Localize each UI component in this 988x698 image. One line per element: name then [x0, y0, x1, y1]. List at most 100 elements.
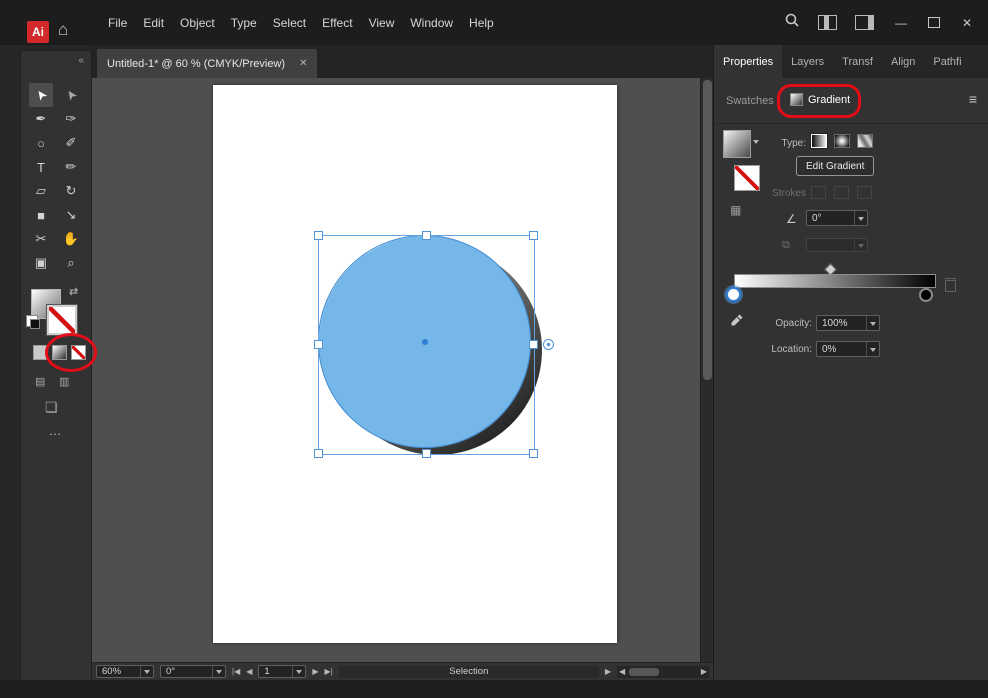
canvas[interactable]: [92, 78, 700, 662]
selection-handle-w[interactable]: [314, 340, 323, 349]
screen-mode-icon[interactable]: ❏: [45, 399, 58, 416]
selection-tool[interactable]: ➤: [29, 83, 53, 107]
selection-bounding-box[interactable]: [318, 235, 535, 455]
selection-handle-ne[interactable]: [529, 231, 538, 240]
menu-help[interactable]: Help: [461, 12, 502, 34]
scissors-tool-icon: ✂: [35, 231, 47, 246]
pencil-tool[interactable]: ✏: [59, 155, 83, 179]
document-tab[interactable]: Untitled-1* @ 60 % (CMYK/Preview) ✕: [97, 49, 318, 78]
direct-selection-tool[interactable]: ➤: [59, 83, 83, 107]
selection-handle-s[interactable]: [422, 449, 431, 458]
stroke-within-button[interactable]: [811, 186, 826, 199]
none-fill-button[interactable]: [71, 345, 86, 360]
selection-handle-e[interactable]: [529, 340, 538, 349]
gradient-angle-dropdown[interactable]: 0°: [806, 210, 868, 226]
curvature-tool[interactable]: ✑: [59, 107, 83, 131]
artboard-tool[interactable]: ▣: [29, 251, 53, 275]
gradient-subtab[interactable]: Gradient: [790, 93, 850, 106]
menu-file[interactable]: File: [100, 12, 135, 34]
stroke-color-swatch[interactable]: [46, 304, 78, 336]
last-artboard-icon[interactable]: ▶|: [325, 667, 333, 676]
gradient-stop-black[interactable]: [919, 288, 933, 302]
next-artboard-icon[interactable]: ▶: [312, 667, 318, 676]
horizontal-scrollbar[interactable]: ◀ ▶: [617, 665, 709, 678]
draw-behind-icon[interactable]: ▥: [59, 375, 69, 388]
color-fill-button[interactable]: [33, 345, 48, 360]
paintbrush-tool[interactable]: ✐: [59, 131, 83, 155]
eyedropper-icon[interactable]: [730, 313, 744, 332]
document-tab-close-icon[interactable]: ✕: [299, 58, 307, 69]
panel-menu-icon[interactable]: ≡: [969, 91, 977, 107]
selection-handle-n[interactable]: [422, 231, 431, 240]
toolbar-collapse-icon[interactable]: «: [78, 55, 84, 66]
rotation-dropdown[interactable]: 0°: [160, 665, 226, 678]
edit-toolbar-icon[interactable]: …: [21, 423, 91, 438]
linear-gradient-type-button[interactable]: [810, 133, 828, 149]
menu-window[interactable]: Window: [402, 12, 461, 34]
reverse-gradient-icon[interactable]: ▦: [730, 203, 741, 217]
scroll-right-icon[interactable]: ▶: [701, 667, 707, 676]
rotate-tool[interactable]: ↻: [59, 179, 83, 203]
freeform-gradient-type-button[interactable]: [857, 134, 873, 148]
menu-view[interactable]: View: [361, 12, 403, 34]
fill-proxy-chevron-icon[interactable]: [753, 140, 759, 147]
ellipse-tool-icon: ○: [37, 135, 45, 151]
gradient-slider-bar[interactable]: [734, 274, 936, 288]
vertical-scrollbar[interactable]: [700, 78, 714, 662]
zoom-tool[interactable]: ⌕: [59, 251, 83, 275]
tab-align[interactable]: Align: [882, 45, 924, 78]
arrange-documents-icon[interactable]: [818, 15, 837, 30]
home-icon[interactable]: ⌂: [58, 20, 68, 40]
horizontal-scrollbar-thumb[interactable]: [629, 667, 660, 676]
tab-layers[interactable]: Layers: [782, 45, 833, 78]
workspace-switcher-icon[interactable]: [855, 15, 874, 30]
zoom-level-dropdown[interactable]: 60%: [96, 665, 154, 678]
search-icon[interactable]: [784, 12, 800, 33]
object-center-point[interactable]: [422, 339, 428, 345]
tab-properties[interactable]: Properties: [714, 45, 783, 78]
selection-handle-nw[interactable]: [314, 231, 323, 240]
menu-object[interactable]: Object: [172, 12, 223, 34]
swatches-subtab[interactable]: Swatches: [726, 95, 774, 107]
close-button[interactable]: ✕: [958, 16, 976, 30]
maximize-button[interactable]: [928, 17, 940, 28]
stroke-along-button[interactable]: [834, 186, 849, 199]
swap-fill-stroke-icon[interactable]: ⇄: [69, 285, 78, 298]
gradient-stop-white[interactable]: [726, 287, 741, 302]
scissors-tool[interactable]: ✂: [29, 227, 53, 251]
gradient-fill-proxy[interactable]: [723, 130, 751, 158]
tab-pathfinder[interactable]: Pathfi: [924, 45, 970, 78]
ellipse-tool[interactable]: ○: [29, 131, 53, 155]
tab-transform[interactable]: Transf: [833, 45, 882, 78]
selection-handle-se[interactable]: [529, 449, 538, 458]
eraser-tool[interactable]: ▱: [29, 179, 53, 203]
first-artboard-icon[interactable]: |◀: [232, 667, 240, 676]
menu-type[interactable]: Type: [223, 12, 265, 34]
titlebar-right-controls: — ✕: [784, 0, 976, 45]
previous-artboard-icon[interactable]: ◀: [246, 667, 252, 676]
default-fill-stroke-icon[interactable]: [26, 315, 40, 329]
scroll-left-icon[interactable]: ◀: [619, 667, 625, 676]
gradient-fill-button[interactable]: [52, 345, 67, 360]
location-dropdown[interactable]: 0%: [816, 341, 880, 357]
hand-tool[interactable]: ✋: [59, 227, 83, 251]
rectangle-tool[interactable]: ■: [29, 203, 53, 227]
minimize-button[interactable]: —: [892, 16, 910, 30]
menu-select[interactable]: Select: [265, 12, 314, 34]
menu-effect[interactable]: Effect: [314, 12, 360, 34]
pen-tool[interactable]: ✒: [29, 107, 53, 131]
artboard-navigation-dropdown[interactable]: 1: [258, 665, 307, 678]
eyedropper-tool[interactable]: ↘: [59, 203, 83, 227]
vertical-scrollbar-thumb[interactable]: [703, 80, 712, 380]
status-menu-arrow-icon[interactable]: ▶: [605, 667, 611, 676]
draw-normal-icon[interactable]: ▤: [35, 375, 45, 388]
chevron-down-icon: [866, 342, 879, 356]
opacity-dropdown[interactable]: 100%: [816, 315, 880, 331]
gradient-annotator-handle[interactable]: [543, 339, 554, 350]
menu-edit[interactable]: Edit: [135, 12, 172, 34]
edit-gradient-button[interactable]: Edit Gradient: [796, 156, 875, 176]
stroke-across-button[interactable]: [857, 186, 872, 199]
type-tool[interactable]: T: [29, 155, 53, 179]
radial-gradient-type-button[interactable]: [834, 134, 850, 148]
selection-handle-sw[interactable]: [314, 449, 323, 458]
